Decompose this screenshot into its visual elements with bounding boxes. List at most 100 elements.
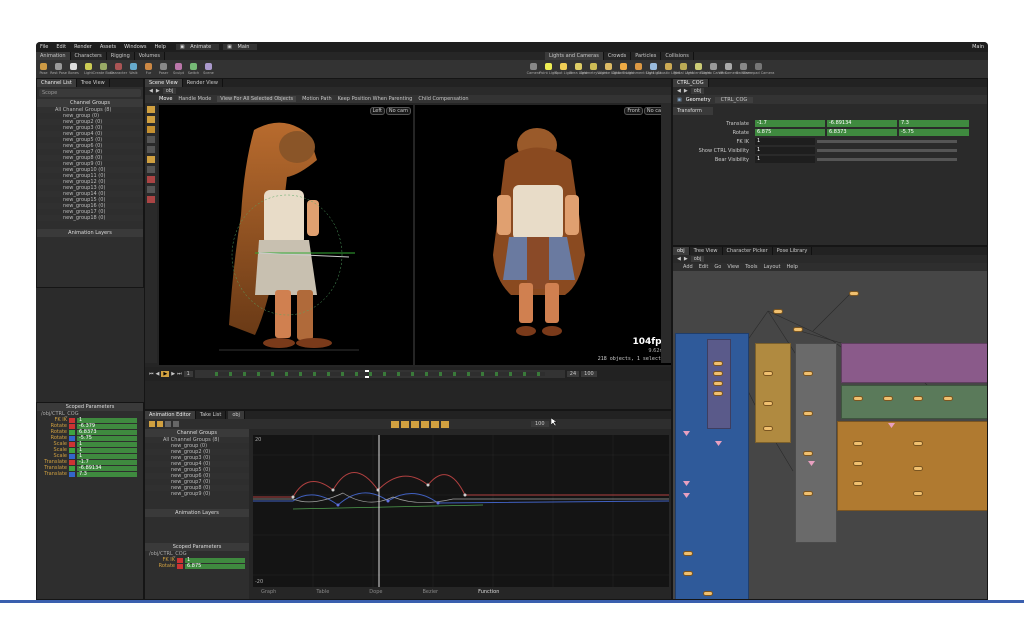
tool-volume-light[interactable]: Volume Light: [597, 60, 620, 78]
tool-poser[interactable]: Poser: [156, 60, 171, 78]
menu-render[interactable]: Render: [70, 44, 96, 50]
current-frame-field[interactable]: 24: [566, 371, 580, 377]
graph-editor[interactable]: 20 -20: [253, 435, 670, 587]
tool-portal-light[interactable]: Portal Light: [674, 60, 693, 78]
step-forward-icon[interactable]: ▶: [171, 371, 175, 377]
back-arrow-icon[interactable]: ◀: [677, 88, 681, 94]
tab-tree-view[interactable]: Tree View: [77, 79, 110, 87]
list-item[interactable]: new_group9 (0): [145, 491, 249, 497]
node[interactable]: [853, 481, 863, 486]
back-arrow-icon[interactable]: ◀: [677, 256, 681, 262]
child-comp-toggle[interactable]: Child Compensation: [418, 96, 468, 102]
param-slider[interactable]: [817, 149, 957, 152]
node[interactable]: [763, 401, 773, 406]
tool-env-light[interactable]: Environment Light: [622, 60, 655, 78]
scoped-param-row[interactable]: Translate 7.3: [37, 471, 143, 477]
param-field[interactable]: 6.875: [755, 129, 825, 136]
left-lens-menu[interactable]: No cam: [385, 107, 411, 115]
tangent-step-icon[interactable]: [431, 420, 439, 428]
move-tool-label[interactable]: Move: [159, 96, 172, 102]
node[interactable]: [763, 426, 773, 431]
magnet-icon[interactable]: [147, 196, 155, 203]
param-slider[interactable]: [817, 140, 957, 143]
keep-position-toggle[interactable]: Keep Position When Parenting: [338, 96, 413, 102]
tangent-cycle-icon[interactable]: [441, 420, 449, 428]
graph-range-field[interactable]: 100: [531, 421, 549, 427]
node[interactable]: [853, 461, 863, 466]
param-field[interactable]: 7.3: [899, 120, 969, 127]
tool-sculpt[interactable]: Sculpt: [171, 60, 186, 78]
param-value[interactable]: -5.75: [77, 435, 137, 441]
tool-fur[interactable]: Fur: [141, 60, 156, 78]
tab-table[interactable]: Table: [316, 589, 329, 595]
param-value[interactable]: -6.379: [77, 423, 137, 429]
tool-walk[interactable]: Walk: [126, 60, 141, 78]
view-selected-dropdown[interactable]: View For All Selected Objects: [217, 96, 297, 102]
param-field[interactable]: 6.8373: [827, 129, 897, 136]
tool-ambient-light[interactable]: Ambient Light: [686, 60, 711, 78]
shelf-tab-crowds[interactable]: Crowds: [604, 52, 632, 60]
node[interactable]: [913, 441, 923, 446]
desktop-right[interactable]: Main: [968, 44, 988, 50]
tool-switcher[interactable]: Switcher: [736, 60, 751, 78]
tangent-ease-icon[interactable]: [421, 420, 429, 428]
network-path[interactable]: obj: [690, 256, 705, 262]
menu-file[interactable]: File: [36, 44, 52, 50]
scope-search[interactable]: Scope: [39, 89, 141, 97]
snap-icon[interactable]: [147, 186, 155, 193]
tool-area-light[interactable]: Area Light: [570, 60, 587, 78]
node[interactable]: [713, 361, 723, 366]
desktop-selector[interactable]: ▣ Animate: [175, 44, 220, 50]
param-value[interactable]: 1: [77, 453, 137, 459]
move-tool-icon[interactable]: [147, 116, 155, 123]
node-name-field[interactable]: CTRL_COG: [714, 96, 754, 103]
handle-tool-icon[interactable]: [147, 146, 155, 153]
forward-arrow-icon[interactable]: ▶: [156, 88, 160, 94]
tab-ctrl-cog[interactable]: CTRL_COG: [673, 79, 709, 87]
node-graph[interactable]: [673, 271, 987, 599]
menu-tools[interactable]: Tools: [745, 264, 757, 270]
tool-create-bone[interactable]: Create Bone: [93, 60, 114, 78]
tool-stereo-camera[interactable]: Stereo Camera: [700, 60, 727, 78]
motion-path-toggle[interactable]: Motion Path: [302, 96, 332, 102]
param-value[interactable]: 6.8373: [77, 429, 137, 435]
node[interactable]: [713, 371, 723, 376]
param-value[interactable]: 1: [185, 557, 245, 563]
network-box-gray[interactable]: [795, 343, 837, 543]
tab-function[interactable]: Function: [478, 589, 499, 595]
node[interactable]: [883, 396, 893, 401]
tool-vr-camera[interactable]: VR Camera: [719, 60, 738, 78]
tool-pose[interactable]: Pose: [36, 60, 51, 78]
left-cam-menu[interactable]: Left: [369, 107, 385, 115]
tab-transform[interactable]: Transform: [673, 107, 713, 115]
node[interactable]: [943, 396, 953, 401]
network-box-green[interactable]: [841, 385, 987, 419]
node[interactable]: [913, 396, 923, 401]
shelf-tab-particles[interactable]: Particles: [631, 52, 662, 60]
select-tool-icon[interactable]: [147, 106, 155, 113]
play-forward-icon[interactable]: ⏭: [177, 371, 182, 377]
menu-add[interactable]: Add: [683, 264, 693, 270]
param-value[interactable]: 1: [77, 441, 137, 447]
tab-obj[interactable]: obj: [673, 247, 690, 255]
tab-tree-view2[interactable]: Tree View: [690, 247, 723, 255]
tool-geometry-light[interactable]: Geometry Light: [580, 60, 607, 78]
tab-animation-editor[interactable]: Animation Editor: [145, 411, 196, 419]
tab-character-picker[interactable]: Character Picker: [723, 247, 773, 255]
handle-mode-label[interactable]: Handle Mode: [178, 96, 211, 102]
node[interactable]: [853, 441, 863, 446]
tool-scene[interactable]: Scene: [201, 60, 216, 78]
tool-distant-light[interactable]: Distant Light: [612, 60, 635, 78]
list-item[interactable]: new_group18 (0): [37, 215, 143, 221]
key-tool-icon[interactable]: [149, 421, 155, 427]
step-back-icon[interactable]: ◀: [156, 371, 160, 377]
select-key-icon[interactable]: [157, 421, 163, 427]
tool-point-light[interactable]: Point Light: [539, 60, 558, 78]
tab-take-list[interactable]: Take List: [196, 411, 227, 419]
menu-help[interactable]: Help: [150, 44, 169, 50]
node[interactable]: [803, 411, 813, 416]
tool-caustic-light[interactable]: Caustic Light: [657, 60, 680, 78]
param-field[interactable]: -5.75: [899, 129, 969, 136]
tool-light[interactable]: Light: [81, 60, 96, 78]
tab-graph[interactable]: Graph: [261, 589, 276, 595]
